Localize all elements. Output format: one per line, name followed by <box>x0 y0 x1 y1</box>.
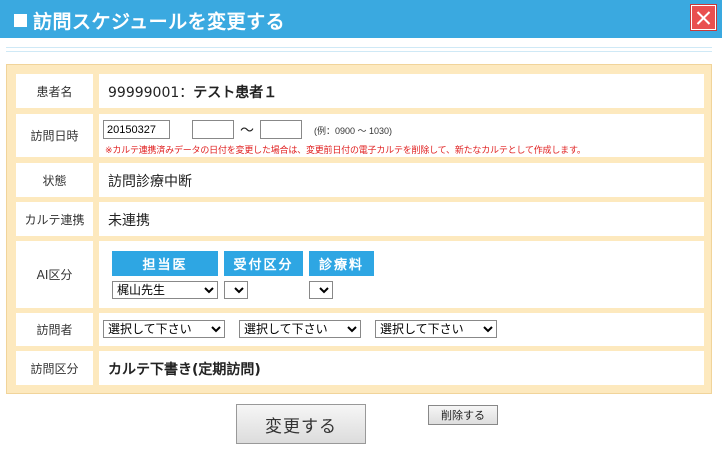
visitor-select-2[interactable]: 選択して下さい <box>239 320 361 338</box>
close-button[interactable] <box>691 5 716 30</box>
change-button[interactable]: 変更する <box>236 404 366 444</box>
fee-select[interactable] <box>309 281 333 299</box>
visit-type-value-cell: カルテ下書き(定期訪問) <box>99 351 704 385</box>
delete-button[interactable]: 削除する <box>428 405 498 425</box>
end-time-input[interactable] <box>260 120 302 139</box>
visit-date-row: 訪問日時 ～ (例：0900 ～ 1030) ※カルテ連携済みデータの日付を変更… <box>16 114 704 157</box>
time-example-hint: (例：0900 ～ 1030) <box>314 126 393 136</box>
reception-select[interactable] <box>224 281 248 299</box>
visit-type-row: 訪問区分 カルテ下書き(定期訪問) <box>16 351 704 385</box>
visit-type-label: 訪問区分 <box>16 351 93 385</box>
ai-category-row: AI区分 担当医 受付区分 診療料 梶山先生 <box>16 241 704 308</box>
karte-link-value-cell: 未連携 <box>99 202 704 236</box>
divider <box>6 47 712 48</box>
patient-label: 患者名 <box>16 74 93 108</box>
status-row: 状態 訪問診療中断 <box>16 163 704 197</box>
fee-header: 診療料 <box>309 251 374 276</box>
ai-category-value-cell: 担当医 受付区分 診療料 梶山先生 <box>99 241 704 308</box>
patient-value-cell: 99999001：テスト患者１ <box>99 74 704 108</box>
patient-name: 99999001：テスト患者１ <box>108 82 277 102</box>
patient-row: 患者名 99999001：テスト患者１ <box>16 74 704 108</box>
visitor-select-3[interactable]: 選択して下さい <box>375 320 497 338</box>
visitor-label: 訪問者 <box>16 313 93 346</box>
square-bullet-icon <box>14 14 27 27</box>
doctor-select[interactable]: 梶山先生 <box>112 281 218 299</box>
divider <box>6 51 712 52</box>
visitor-select-1[interactable]: 選択して下さい <box>103 320 225 338</box>
visit-date-value-cell: ～ (例：0900 ～ 1030) ※カルテ連携済みデータの日付を変更した場合は… <box>99 114 704 157</box>
date-change-warning: ※カルテ連携済みデータの日付を変更した場合は、変更前日付の電子カルテを削除して、… <box>105 146 586 156</box>
doctor-header: 担当医 <box>112 251 218 276</box>
karte-link-value: 未連携 <box>108 213 150 229</box>
reception-header: 受付区分 <box>224 251 303 276</box>
window-title: 訪問スケジュールを変更する <box>14 7 285 34</box>
karte-link-row: カルテ連携 未連携 <box>16 202 704 236</box>
visitor-row: 訪問者 選択して下さい 選択して下さい 選択して下さい <box>16 313 704 346</box>
patient-name-text: テスト患者１ <box>193 85 278 101</box>
status-value-cell: 訪問診療中断 <box>99 163 704 197</box>
karte-link-label: カルテ連携 <box>16 202 93 236</box>
visit-date-input[interactable] <box>103 120 170 139</box>
ai-category-label: AI区分 <box>16 241 93 308</box>
visit-date-label: 訪問日時 <box>16 114 93 157</box>
time-separator: ～ <box>240 123 254 139</box>
status-value: 訪問診療中断 <box>108 174 192 190</box>
form-panel: 患者名 99999001：テスト患者１ 訪問日時 ～ (例：0900 ～ 103… <box>6 64 712 394</box>
status-label: 状態 <box>16 163 93 197</box>
visit-type-value: カルテ下書き(定期訪問) <box>108 362 261 378</box>
patient-id: 99999001： <box>108 85 194 101</box>
title-bar: 訪問スケジュールを変更する <box>0 0 722 38</box>
visitor-value-cell: 選択して下さい 選択して下さい 選択して下さい <box>99 313 704 346</box>
window-title-text: 訪問スケジュールを変更する <box>33 11 286 33</box>
start-time-input[interactable] <box>192 120 234 139</box>
